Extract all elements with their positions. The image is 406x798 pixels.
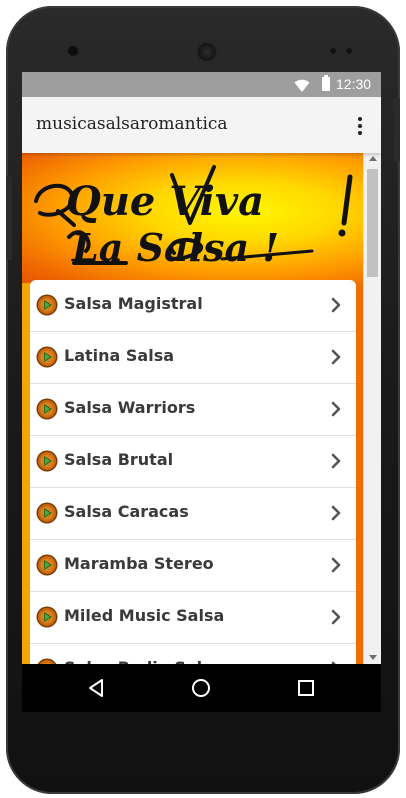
- scroll-up-arrow-icon[interactable]: [369, 156, 377, 161]
- play-icon: [36, 554, 58, 576]
- station-label: Salsa Caracas: [64, 502, 189, 521]
- webview-content[interactable]: Que Viva La Salsa ! Salsa Magistral Latin…: [22, 153, 381, 664]
- chevron-right-icon: [331, 505, 341, 521]
- station-label: Salsa Brutal: [64, 450, 174, 469]
- status-bar: 12:30: [22, 72, 381, 97]
- back-icon[interactable]: [70, 664, 120, 712]
- chevron-right-icon: [331, 609, 341, 625]
- battery-icon: [322, 75, 330, 91]
- power-button: [394, 98, 400, 162]
- front-camera: [68, 46, 78, 56]
- volume-button: [6, 176, 12, 260]
- list-item[interactable]: Latina Salsa: [30, 332, 356, 384]
- station-label: Salsa Warriors: [64, 398, 196, 417]
- wifi-icon: [294, 79, 310, 92]
- screen: 12:30 musicasalsaromantica Que Viva La S…: [22, 72, 381, 712]
- chevron-right-icon: [331, 557, 341, 573]
- list-item[interactable]: Salsa Warriors: [30, 384, 356, 436]
- scroll-down-arrow-icon[interactable]: [369, 655, 377, 660]
- station-list: Salsa Magistral Latina Salsa Salsa Warrior…: [30, 280, 356, 664]
- station-label: Salsa Magistral: [64, 294, 203, 313]
- play-icon: [36, 398, 58, 420]
- earpiece-speaker: [198, 43, 216, 61]
- list-item[interactable]: Salsa Caracas: [30, 488, 356, 540]
- play-icon: [36, 346, 58, 368]
- banner-text-que-viva: Que Viva: [66, 178, 264, 225]
- banner-logo: Que Viva La Salsa !: [34, 165, 353, 270]
- chevron-right-icon: [331, 453, 341, 469]
- list-item[interactable]: Salsa Brutal: [30, 436, 356, 488]
- chevron-right-icon: [331, 349, 341, 365]
- play-icon: [36, 606, 58, 628]
- proximity-sensor: [330, 48, 336, 54]
- station-label: Latina Salsa: [64, 346, 175, 365]
- scrollbar[interactable]: [363, 153, 381, 664]
- app-title: musicasalsaromantica: [36, 114, 228, 134]
- banner-text-la-salsa: La Salsa !: [71, 225, 279, 270]
- list-item[interactable]: Salsa Radio Salsa: [30, 644, 356, 664]
- more-vert-icon[interactable]: [356, 117, 364, 137]
- station-label: Miled Music Salsa: [64, 606, 225, 625]
- play-icon: [36, 502, 58, 524]
- chevron-right-icon: [331, 297, 341, 313]
- light-sensor: [346, 48, 352, 54]
- status-time: 12:30: [336, 76, 372, 92]
- home-icon[interactable]: [176, 664, 226, 712]
- station-label: Maramba Stereo: [64, 554, 214, 573]
- chevron-right-icon: [331, 401, 341, 417]
- play-icon: [36, 450, 58, 472]
- list-item[interactable]: Salsa Magistral: [30, 280, 356, 332]
- play-icon: [36, 294, 58, 316]
- banner-image: Que Viva La Salsa !: [22, 153, 363, 283]
- recents-icon[interactable]: [281, 664, 331, 712]
- scrollbar-thumb[interactable]: [367, 169, 378, 277]
- list-item[interactable]: Miled Music Salsa: [30, 592, 356, 644]
- list-item[interactable]: Maramba Stereo: [30, 540, 356, 592]
- app-bar: musicasalsaromantica: [22, 97, 381, 153]
- navigation-bar: [22, 664, 381, 712]
